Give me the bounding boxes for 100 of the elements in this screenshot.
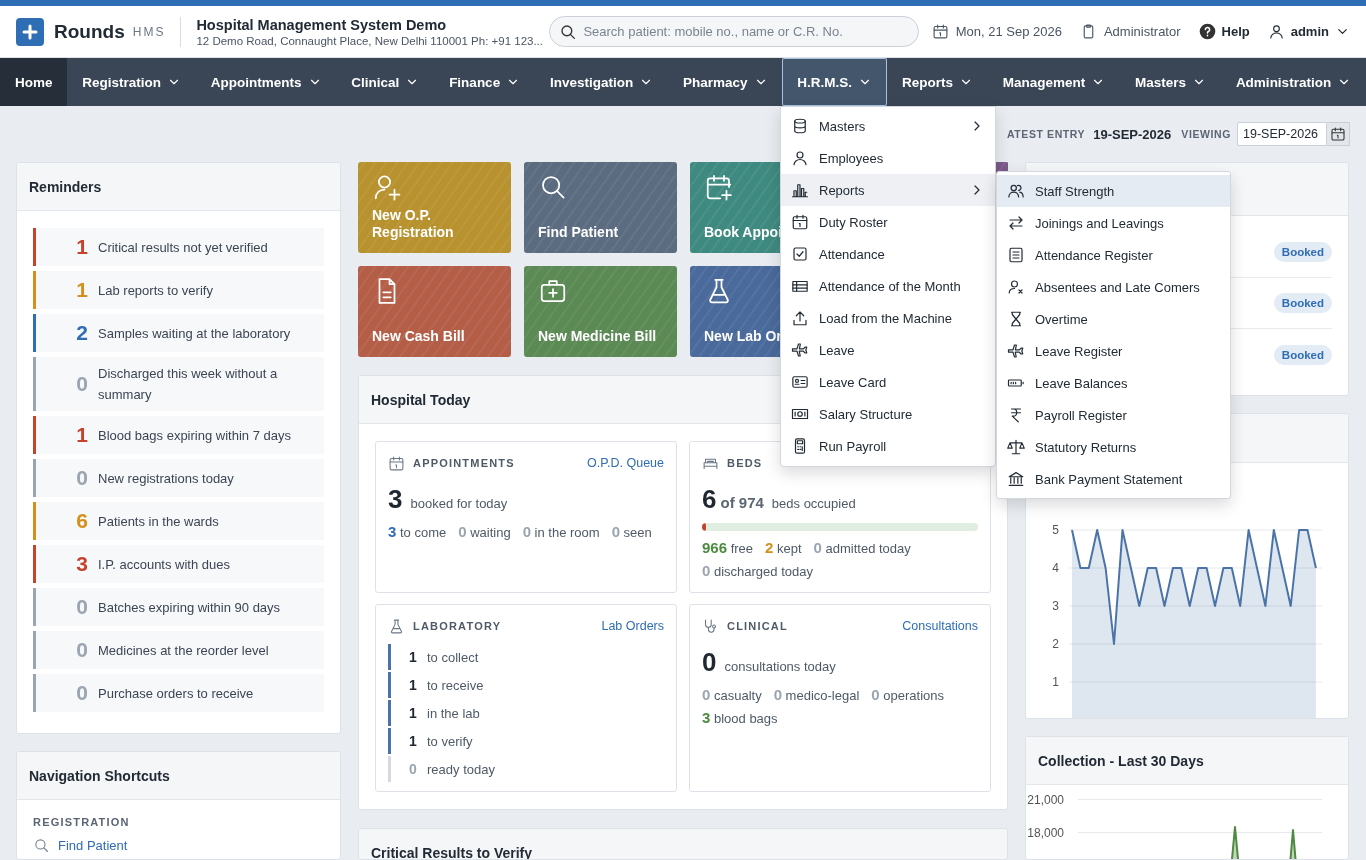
menu-item[interactable]: Statutory Returns — [997, 431, 1230, 463]
card-title: Navigation Shortcuts — [29, 767, 170, 784]
nav-item[interactable]: Finance — [434, 58, 536, 106]
search-icon — [559, 23, 578, 41]
reminder-item[interactable]: 0 Batches expiring within 90 days — [33, 588, 324, 626]
reminder-count: 1 — [75, 278, 88, 302]
stat-text: 966 free — [702, 539, 754, 556]
nav-item[interactable]: Clinical — [336, 58, 435, 106]
logo-icon[interactable] — [16, 17, 44, 46]
date-field[interactable]: 19-SEP-2026 — [1237, 122, 1327, 146]
reminder-text: New registrations today — [98, 469, 234, 488]
menu-item[interactable]: Salary Structure — [781, 398, 995, 430]
reminder-count: 1 — [75, 235, 88, 259]
section-link[interactable]: Lab Orders — [601, 619, 664, 633]
total-value: 3 — [388, 484, 403, 515]
person-x-icon — [1007, 278, 1025, 296]
status-badge: Booked — [1273, 344, 1332, 365]
card-title: Hospital Today — [371, 391, 471, 408]
reminder-item[interactable]: 3 I.P. accounts with dues — [33, 545, 324, 583]
lab-label: ready today — [427, 761, 495, 777]
stat-text: 2 kept — [765, 539, 802, 556]
section-label: REGISTRATION — [33, 816, 131, 828]
section-title: LABORATORY — [413, 620, 502, 632]
menu-item[interactable]: Leave Balances — [997, 367, 1230, 399]
nav-item[interactable]: Management — [987, 58, 1121, 106]
airplane-icon — [791, 341, 809, 359]
reminder-item[interactable]: 0 New registrations today — [33, 459, 324, 497]
menu-item[interactable]: Absentees and Late Comers — [997, 271, 1230, 303]
menu-item[interactable]: Payroll Register — [997, 399, 1230, 431]
reminder-item[interactable]: 2 Samples waiting at the laboratory — [33, 314, 324, 352]
reminder-item[interactable]: 1 Blood bags expiring within 7 days — [33, 416, 324, 454]
stat-text: 0 in the room — [522, 523, 600, 540]
lab-label: to collect — [427, 649, 479, 665]
menu-item[interactable]: Masters — [781, 110, 995, 142]
person-icon — [791, 149, 809, 167]
nav-item[interactable]: Investigation — [535, 58, 669, 106]
section-link[interactable]: O.P.D. Queue — [587, 456, 664, 470]
axis-label: 5 — [1052, 523, 1059, 537]
action-tile[interactable]: New Medicine Bill — [524, 266, 677, 357]
help-icon — [1198, 23, 1216, 40]
hospital-address: 12 Demo Road, Connaught Place, New Delhi 110001 Ph: +91 123... — [196, 34, 544, 47]
menu-item[interactable]: Leave Register — [997, 335, 1230, 367]
menu-item[interactable]: Run Payroll — [781, 430, 995, 462]
reminder-text: Batches expiring within 90 days — [98, 598, 281, 617]
upload-icon — [791, 309, 809, 327]
menu-item[interactable]: Overtime — [997, 303, 1230, 335]
menu-item[interactable]: Leave Card — [781, 366, 995, 398]
axis-label: 21,000 — [1027, 792, 1064, 807]
stat-text: 0 admitted today — [813, 539, 911, 556]
stat-text: 0 medico-legal — [773, 686, 860, 703]
reminder-text: Samples waiting at the laboratory — [98, 324, 291, 343]
calendar-button[interactable] — [1327, 122, 1350, 146]
checkbox-icon — [791, 245, 809, 263]
reminder-item[interactable]: 0 Medicines at the reorder level — [33, 631, 324, 669]
action-tile[interactable]: Find Patient — [524, 162, 677, 253]
flask-icon — [388, 617, 405, 635]
nav-item[interactable]: Home — [0, 58, 68, 106]
lab-label: to verify — [427, 733, 473, 749]
nav-item[interactable]: Pharmacy — [668, 58, 783, 106]
reminder-item[interactable]: 0 Discharged this week without a summary — [33, 357, 324, 411]
reminder-item[interactable]: 0 Purchase orders to receive — [33, 674, 324, 712]
reminder-text: Critical results not yet verified — [98, 238, 268, 257]
reminder-item[interactable]: 1 Critical results not yet verified — [33, 228, 324, 266]
nav-item[interactable]: Masters — [1120, 58, 1221, 106]
action-tile[interactable]: New Cash Bill — [358, 266, 511, 357]
axis-label: 4 — [1052, 561, 1059, 575]
stat-text: 3 to come — [388, 523, 447, 540]
lab-count: 0 — [409, 761, 417, 777]
axis-label: 3 — [1052, 599, 1059, 613]
nav-item[interactable]: H.R.M.S. — [782, 58, 887, 106]
stat-text: 0 casualty — [702, 686, 762, 703]
bar-chart-icon — [791, 181, 809, 199]
menu-item[interactable]: Bank Payment Statement — [997, 463, 1230, 495]
total-label: consultations today — [724, 659, 836, 674]
card-title: Collection - Last 30 Days — [1038, 752, 1204, 769]
nav-item[interactable]: Appointments — [195, 58, 337, 106]
spike-drawing — [1231, 826, 1297, 859]
menu-item[interactable]: Staff Strength — [997, 175, 1230, 207]
menu-item[interactable]: Reports — [781, 174, 995, 206]
search-field[interactable]: Search patient: mobile no., name or C.R. No. — [549, 16, 920, 47]
section-title: BEDS — [727, 457, 763, 469]
calendar-icon — [388, 454, 405, 472]
menu-item[interactable]: Attendance Register — [997, 239, 1230, 271]
reminder-item[interactable]: 1 Lab reports to verify — [33, 271, 324, 309]
reminder-text: I.P. accounts with dues — [98, 555, 230, 574]
reminder-item[interactable]: 6 Patients in the wards — [33, 502, 324, 540]
help-button[interactable]: Help — [1198, 23, 1250, 40]
lab-count: 1 — [409, 677, 417, 693]
status-badge: Booked — [1273, 242, 1332, 262]
nav-item[interactable]: Registration — [67, 58, 196, 106]
reminder-count: 0 — [75, 638, 88, 662]
section-title: APPOINTMENTS — [413, 457, 515, 469]
section-link[interactable]: Consultations — [902, 619, 978, 633]
nav-item[interactable]: Reports — [887, 58, 988, 106]
lab-label: in the lab — [427, 705, 480, 721]
stat-text: 0 seen — [611, 523, 652, 540]
nav-item[interactable]: Administration — [1221, 58, 1366, 106]
user-menu[interactable]: admin — [1267, 23, 1350, 40]
menu-item[interactable]: Joinings and Leavings — [997, 207, 1230, 239]
shortcut-link[interactable]: Find Patient — [58, 838, 128, 853]
